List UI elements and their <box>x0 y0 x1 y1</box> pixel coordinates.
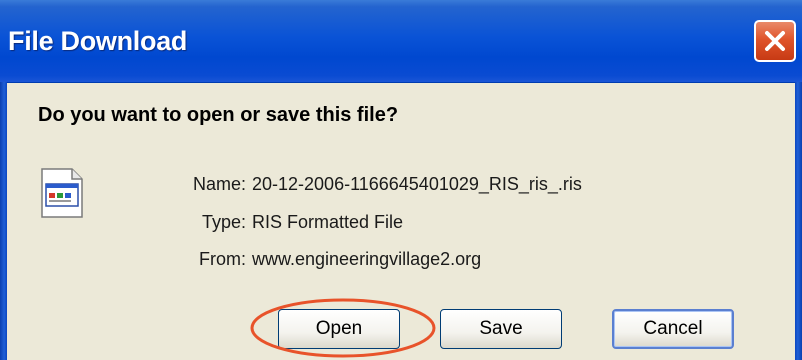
close-button[interactable] <box>754 20 796 62</box>
prompt-question: Do you want to open or save this file? <box>38 104 399 126</box>
window-frame-left <box>0 82 7 360</box>
file-type-label: Type: <box>201 212 246 232</box>
file-source-row: From: www.engineeringvillage2.org <box>199 249 482 270</box>
file-source-label: From: <box>199 249 246 269</box>
dialog-title: File Download <box>8 26 188 56</box>
open-highlight-ellipse <box>250 298 436 358</box>
file-name-row: Name: 20-12-2006-1166645401029_RIS_ris_.… <box>193 174 582 195</box>
file-source-value: www.engineeringvillage2.org <box>252 249 482 269</box>
cancel-button[interactable]: Cancel <box>612 309 734 349</box>
save-button[interactable]: Save <box>440 309 562 349</box>
file-type-row: Type: RIS Formatted File <box>202 212 404 233</box>
window-frame-right <box>795 82 802 360</box>
titlebar[interactable]: File Download <box>0 0 802 83</box>
file-name-label: Name: <box>192 174 246 194</box>
close-icon <box>765 31 785 51</box>
file-download-dialog: File Download Do you want to open or sav… <box>0 0 802 360</box>
ris-file-icon <box>41 168 83 218</box>
file-name-value: 20-12-2006-1166645401029_RIS_ris_.ris <box>252 174 582 194</box>
file-type-value: RIS Formatted File <box>252 212 404 232</box>
